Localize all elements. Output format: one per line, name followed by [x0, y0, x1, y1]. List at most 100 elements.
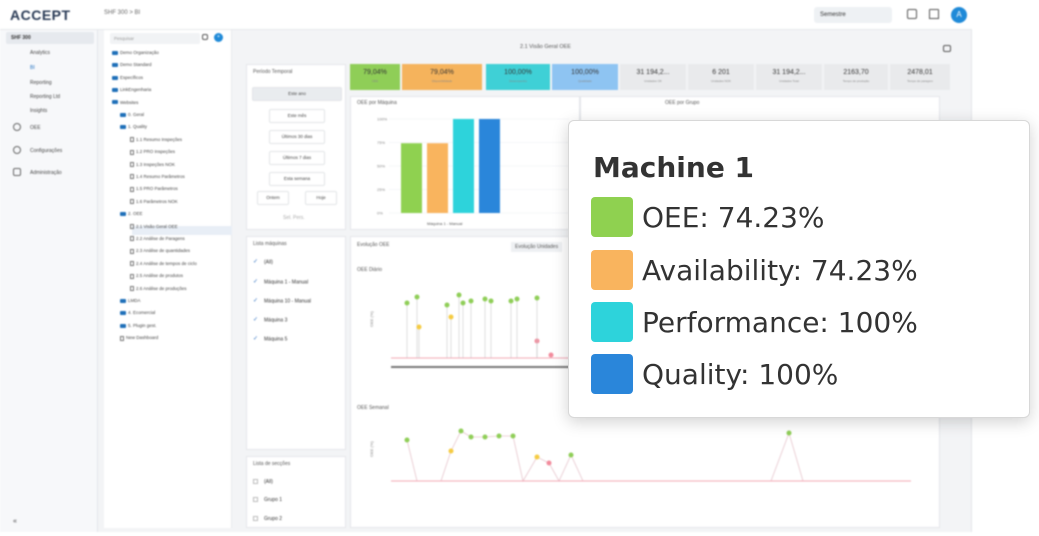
period-filter-panel: Período Temporal Este ano Este mês Últim… — [246, 64, 346, 230]
kpi-card[interactable]: 2163,70 Tempo de produção — [824, 64, 888, 90]
filter-today[interactable]: Hoje — [305, 191, 337, 205]
bar-chart-tab2[interactable]: OEE por Grupo — [665, 100, 699, 106]
machine-option-10[interactable]: ✓ Máquina 10 - Manual — [253, 298, 311, 304]
kpi-card[interactable]: 100,00% Desempenho — [486, 64, 550, 90]
y-tick-label: 25% — [377, 187, 385, 192]
document-icon — [130, 236, 134, 242]
kpi-value: 31 194,2... — [772, 69, 806, 76]
filter-this-week[interactable]: Esta semana — [269, 172, 325, 186]
tree-item[interactable]: 1.2 PRO Inspeções — [130, 149, 175, 155]
tree-item[interactable]: Demo Standard — [112, 62, 152, 67]
tree-item[interactable]: Websites — [112, 100, 138, 105]
lock-icon[interactable] — [202, 34, 208, 40]
tree-item-label: 2.3 Análise de quantidades — [136, 248, 191, 254]
tree-item[interactable]: Demo Organização — [112, 50, 159, 55]
tree-item[interactable]: 1.1 Resumo Inspeções — [130, 137, 182, 143]
tree-item[interactable]: 2.4 Análise de tempos de ciclo — [130, 261, 197, 267]
section-option-label: Grupo 1 — [264, 497, 283, 503]
bar-performance[interactable] — [453, 119, 474, 213]
tree-item[interactable]: 2.5 Análise de produtos — [130, 273, 184, 279]
tree-item[interactable]: 1.3 Inspeções NOK — [130, 162, 175, 167]
tree-item[interactable]: 2.6 Análise de produções — [130, 286, 187, 291]
add-icon[interactable]: + — [214, 33, 223, 42]
kpi-card[interactable]: 79,04% Disponibilidade — [402, 64, 482, 90]
tree-item[interactable]: 0. Geral — [120, 112, 144, 117]
machine-option-3[interactable]: ✓ Máquina 3 — [253, 317, 287, 323]
period-filter-title: Período Temporal — [253, 69, 293, 75]
tree-item[interactable]: 2. OEE — [120, 211, 143, 216]
section-option-1[interactable]: Grupo 1 — [253, 497, 282, 503]
section-option-all[interactable]: (All) — [253, 479, 273, 485]
filter-custom[interactable]: Sel. Pers. — [283, 215, 305, 221]
bar-availability[interactable] — [427, 143, 448, 213]
y-tick-label: 100% — [377, 117, 388, 122]
app-logo[interactable]: ACCEPT — [10, 7, 71, 23]
home-icon[interactable] — [929, 9, 939, 19]
filter-this-year[interactable]: Este ano — [252, 87, 342, 101]
document-icon — [130, 223, 134, 229]
filter-last-30[interactable]: Últimos 30 dias — [269, 130, 325, 144]
kpi-card[interactable]: 2478,01 Tempo de paragem — [890, 64, 950, 90]
kpi-card[interactable]: 31 194,2... Unidades OK — [620, 64, 686, 90]
avatar[interactable]: A — [951, 7, 967, 23]
kpi-label: OEE — [371, 79, 379, 83]
filter-last-7[interactable]: Últimos 7 dias — [269, 151, 325, 165]
tree-item-label: Demo Organização — [120, 50, 159, 55]
tree-item[interactable]: 1. Quality — [120, 124, 147, 129]
kpi-card[interactable]: 100,00% Qualidade — [552, 64, 618, 90]
tree-item-label: 2.1 Visão Geral OEE — [136, 223, 178, 229]
share-icon[interactable] — [943, 45, 951, 52]
tree-item[interactable]: 2.3 Análise de quantidades — [130, 248, 191, 254]
tree-item[interactable]: LinkEngenharia — [112, 87, 151, 92]
kpi-value: 79,04% — [363, 69, 387, 76]
collapse-icon[interactable]: « — [13, 518, 17, 525]
tree-item[interactable]: Específicos — [112, 75, 143, 80]
bar-oee[interactable] — [401, 143, 422, 213]
kpi-value: 6 201 — [712, 69, 730, 76]
y-tick-label: 75% — [377, 140, 385, 145]
nav-item-oee[interactable]: OEE — [30, 125, 41, 131]
org-select[interactable]: SHF 300 — [6, 32, 94, 44]
tree-item[interactable]: LMDA — [120, 298, 141, 303]
tree-item[interactable]: 4. Ecomercial — [120, 310, 155, 315]
nav-item-insights[interactable]: Insights — [30, 108, 47, 114]
weekly-point — [534, 454, 540, 460]
period-select[interactable]: Semestre — [814, 7, 892, 23]
chart-tooltip: Machine 1 OEE: 74.23% Availability: 74.2… — [568, 120, 1030, 418]
calendar-icon[interactable] — [907, 9, 917, 19]
kpi-card[interactable]: 79,04% OEE — [350, 64, 400, 90]
nav-item-admin[interactable]: Administração — [30, 170, 62, 176]
nav-item-reporting-ltd[interactable]: Reporting Ltd — [30, 94, 60, 100]
bar-quality[interactable] — [479, 119, 500, 213]
folder-icon — [120, 112, 126, 117]
tree-item[interactable]: New Dashboard — [120, 335, 158, 341]
machine-option-1[interactable]: ✓ Máquina 1 - Manual — [253, 279, 308, 285]
nav-item-bi[interactable]: BI — [30, 65, 35, 71]
filter-this-month[interactable]: Este mês — [269, 109, 325, 123]
tree-search-input[interactable]: Pesquisar — [110, 33, 200, 44]
nav-item-analytics[interactable]: Analytics — [30, 50, 50, 56]
nav-item-reporting[interactable]: Reporting — [30, 80, 52, 86]
tree-item[interactable]: 2.2 Análise de Paragens — [130, 236, 185, 242]
tree-item-label: 2.5 Análise de produtos — [136, 273, 184, 279]
section-option-2[interactable]: Grupo 2 — [253, 516, 282, 522]
tree-item[interactable]: 1.5 PRO Parâmetros — [130, 186, 178, 192]
kpi-label: Unidades OK — [644, 79, 662, 83]
filter-yesterday[interactable]: Ontem — [257, 191, 289, 205]
weekly-point — [496, 433, 502, 439]
machine-option-label: Máquina 10 - Manual — [264, 298, 311, 305]
nav-item-settings[interactable]: Configurações — [30, 148, 62, 154]
machine-option-all[interactable]: ✓ (All) — [253, 259, 273, 265]
breadcrumb[interactable]: SHF 300 > BI — [104, 10, 140, 16]
logo-text: ACCEPT — [10, 7, 71, 23]
tree-item-label: 4. Ecomercial — [128, 310, 156, 316]
kpi-card[interactable]: 31 194,2... Unidades Total — [756, 64, 822, 90]
tree-item[interactable]: 1.6 Parâmetros NOK — [130, 199, 178, 205]
oee-icon — [13, 123, 21, 131]
daily-point — [448, 314, 454, 320]
tree-item[interactable]: 5. Plugin gest. — [120, 323, 157, 328]
kpi-card[interactable]: 6 201 Unidades NOK — [688, 64, 754, 90]
tree-item[interactable]: 2.1 Visão Geral OEE — [130, 224, 178, 229]
tree-item[interactable]: 1.4 Resumo Parâmetros — [130, 174, 185, 180]
machine-option-5[interactable]: ✓ Máquina 5 — [253, 336, 287, 342]
